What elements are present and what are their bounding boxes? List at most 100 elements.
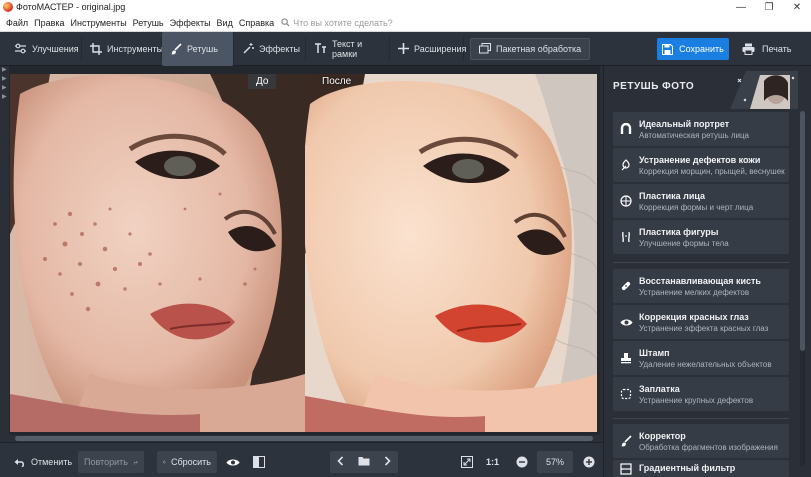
menu-retouch[interactable]: Ретушь bbox=[130, 18, 167, 28]
left-edge-strip: ▶ ▶ ▶ ▶ bbox=[0, 66, 9, 442]
tool-healing-brush[interactable]: Восстанавливающая кисть Устранение мелких… bbox=[613, 269, 789, 303]
minus-circle-icon bbox=[516, 456, 528, 468]
plus-icon bbox=[398, 43, 409, 54]
tool-name: Штамп bbox=[639, 347, 670, 358]
batch-processing-label: Пакетная обработка bbox=[496, 43, 582, 54]
redo-label: Повторить bbox=[84, 457, 128, 467]
tool-patch[interactable]: Заплатка Устранение крупных дефектов bbox=[613, 377, 789, 411]
close-button[interactable]: ✕ bbox=[783, 0, 811, 14]
patch-icon bbox=[620, 388, 632, 400]
floppy-disk-icon bbox=[662, 43, 674, 55]
canvas-horizontal-scrollbar[interactable] bbox=[9, 435, 600, 442]
app-logo-icon bbox=[3, 2, 13, 12]
tool-stamp[interactable]: Штамп Удаление нежелательных объектов bbox=[613, 341, 789, 375]
figure-icon bbox=[622, 231, 630, 243]
redo-button[interactable]: Повторить bbox=[78, 451, 144, 473]
tab-tools[interactable]: Инструменты bbox=[82, 36, 164, 61]
folder-icon bbox=[358, 456, 370, 465]
tool-name: Устранение дефектов кожи bbox=[639, 154, 761, 165]
tool-desc: Коррекция формы и черт лица bbox=[639, 202, 754, 212]
tab-retouch[interactable]: Ретушь bbox=[162, 31, 234, 66]
split-view-icon bbox=[253, 456, 265, 468]
reset-button[interactable]: Сбросить bbox=[157, 451, 217, 473]
chevron-right-icon bbox=[384, 455, 391, 466]
tool-skin-defects[interactable]: Устранение дефектов кожи Коррекция морщин… bbox=[613, 148, 789, 182]
image-navigation bbox=[330, 451, 398, 473]
tool-desc: Обработка фрагментов изображения bbox=[639, 442, 778, 452]
tool-perfect-portrait[interactable]: Идеальный портрет Автоматическая ретушь л… bbox=[613, 112, 789, 146]
print-label: Печать bbox=[762, 44, 792, 54]
tool-figure-plastic[interactable]: Пластика фигуры Улучшение формы тела bbox=[613, 220, 789, 254]
zoom-out-button[interactable] bbox=[511, 451, 533, 473]
menu-search[interactable]: Что вы хотите сделать? bbox=[281, 18, 393, 28]
expand-arrow-icon[interactable]: ▶ bbox=[0, 93, 9, 102]
magic-wand-icon bbox=[243, 42, 254, 53]
next-image-button[interactable] bbox=[384, 455, 391, 469]
previous-image-button[interactable] bbox=[337, 455, 344, 469]
after-photo[interactable] bbox=[305, 74, 597, 432]
panel-title: РЕТУШЬ ФОТО bbox=[613, 81, 695, 92]
tab-effects[interactable]: Эффекты bbox=[234, 36, 306, 61]
before-photo[interactable] bbox=[10, 74, 305, 432]
scrollbar-thumb[interactable] bbox=[800, 111, 805, 351]
fit-to-screen-button[interactable] bbox=[456, 451, 478, 473]
reset-icon bbox=[163, 460, 166, 464]
open-folder-button[interactable] bbox=[358, 456, 370, 469]
zoom-level[interactable]: 57% bbox=[537, 451, 573, 473]
tool-corrector[interactable]: Корректор Обработка фрагментов изображени… bbox=[613, 424, 789, 458]
tab-text-frames-label: Текст и рамки bbox=[332, 38, 363, 59]
tab-retouch-label: Ретушь bbox=[187, 43, 218, 54]
printer-icon bbox=[742, 43, 755, 55]
print-button[interactable]: Печать bbox=[738, 38, 808, 60]
menu-tools[interactable]: Инструменты bbox=[68, 18, 130, 28]
tool-name: Коррекция красных глаз bbox=[639, 311, 749, 322]
minimize-button[interactable]: — bbox=[727, 0, 755, 14]
before-after-split-button[interactable] bbox=[248, 451, 270, 473]
expand-arrow-icon[interactable]: ▶ bbox=[0, 75, 9, 84]
gradient-icon bbox=[620, 463, 632, 475]
crop-icon bbox=[90, 42, 102, 55]
tool-name: Пластика фигуры bbox=[639, 226, 719, 237]
menu-view[interactable]: Вид bbox=[214, 18, 236, 28]
menu-edit[interactable]: Правка bbox=[31, 18, 67, 28]
menu-file[interactable]: Файл bbox=[0, 18, 31, 28]
tool-name: Пластика лица bbox=[639, 190, 706, 201]
batch-images-icon bbox=[479, 43, 491, 54]
save-button[interactable]: Сохранить bbox=[657, 38, 729, 60]
healing-brush-icon bbox=[621, 281, 631, 291]
search-placeholder: Что вы хотите сделать? bbox=[293, 17, 393, 28]
tool-red-eye[interactable]: Коррекция красных глаз Устранение эффекта… bbox=[613, 305, 789, 339]
tool-face-plastic[interactable]: Пластика лица Коррекция формы и черт лица bbox=[613, 184, 789, 218]
expand-arrow-icon[interactable]: ▶ bbox=[0, 66, 9, 75]
before-label: До bbox=[248, 74, 277, 89]
batch-processing-button[interactable]: Пакетная обработка bbox=[470, 37, 591, 60]
tab-effects-label: Эффекты bbox=[259, 43, 300, 54]
tool-desc: Коррекция морщин, прыщей, веснушек bbox=[639, 166, 785, 176]
preview-toggle-button[interactable] bbox=[222, 451, 244, 473]
menu-effects[interactable]: Эффекты bbox=[167, 18, 214, 28]
bottom-toolbar: Отменить Повторить Сбросить 1:1 57% bbox=[0, 442, 603, 477]
undo-button[interactable]: Отменить bbox=[8, 451, 78, 473]
face-icon bbox=[620, 195, 632, 207]
tab-enhancements[interactable]: Улучшения bbox=[6, 36, 82, 61]
menu-help[interactable]: Справка bbox=[236, 18, 277, 28]
tool-desc: Устранение крупных дефектов bbox=[639, 395, 754, 405]
tab-extensions[interactable]: Расширения bbox=[390, 36, 466, 61]
tab-text-frames[interactable]: Текст и рамки bbox=[306, 36, 390, 61]
after-portrait-image bbox=[305, 74, 597, 432]
scrollbar-thumb[interactable] bbox=[15, 436, 593, 441]
maximize-button[interactable]: ❐ bbox=[755, 0, 783, 14]
zoom-in-button[interactable] bbox=[578, 451, 600, 473]
tool-gradient-filter[interactable]: Градиентный фильтр bbox=[613, 460, 789, 477]
panel-vertical-scrollbar[interactable] bbox=[799, 111, 806, 466]
fit-screen-icon bbox=[461, 456, 473, 468]
redo-arrow-icon bbox=[133, 460, 138, 465]
actual-size-button[interactable]: 1:1 bbox=[486, 451, 499, 473]
retouch-panel: РЕТУШЬ ФОТО Идеальный портрет Автоматичес… bbox=[603, 66, 811, 477]
tool-name: Корректор bbox=[639, 430, 686, 441]
after-label: После bbox=[322, 76, 352, 87]
tool-desc: Устранение эффекта красных глаз bbox=[639, 323, 769, 333]
chevron-left-icon bbox=[337, 455, 344, 466]
expand-arrow-icon[interactable]: ▶ bbox=[0, 84, 9, 93]
tab-tools-label: Инструменты bbox=[107, 43, 164, 54]
